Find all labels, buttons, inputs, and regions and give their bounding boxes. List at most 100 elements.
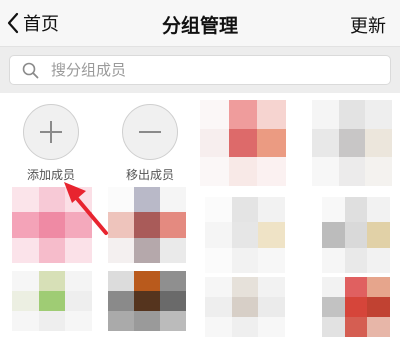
avatar-pixel: [367, 222, 390, 248]
back-label: 首页: [23, 14, 59, 35]
minus-icon: [139, 131, 161, 133]
avatar-pixel: [65, 212, 92, 238]
avatar-pixel: [38, 187, 66, 213]
member-avatar[interactable]: [200, 100, 286, 186]
add-member-button[interactable]: 添加成员: [11, 104, 91, 183]
member-avatar[interactable]: [205, 197, 285, 273]
remove-circle: [122, 104, 178, 160]
avatar-pixel: [322, 317, 345, 337]
back-button[interactable]: 首页: [6, 8, 59, 38]
avatar-pixel: [231, 222, 259, 248]
remove-member-button[interactable]: 移出成员: [110, 104, 190, 183]
avatar-pixel: [134, 271, 160, 291]
avatar-pixel: [200, 100, 229, 129]
avatar-pixel: [228, 157, 258, 186]
search-box[interactable]: [9, 55, 391, 85]
avatar-pixel: [12, 237, 39, 263]
avatar-pixel: [367, 247, 390, 273]
avatar-pixel: [338, 157, 366, 186]
avatar-pixel: [231, 277, 259, 297]
search-bar: [0, 47, 400, 93]
member-avatar[interactable]: [12, 271, 92, 331]
avatar-pixel: [160, 187, 186, 213]
avatar-pixel: [205, 222, 232, 248]
avatar-pixel: [12, 187, 39, 213]
avatar-pixel: [258, 222, 285, 248]
avatar-pixel: [322, 297, 345, 317]
avatar-pixel: [38, 212, 66, 238]
avatar-pixel: [134, 212, 160, 238]
avatar-pixel: [160, 212, 186, 238]
avatar-pixel: [231, 297, 259, 317]
update-button[interactable]: 更新: [350, 12, 386, 38]
avatar-pixel: [312, 128, 339, 158]
avatar-pixel: [258, 297, 285, 317]
avatar-pixel: [38, 291, 66, 311]
search-input[interactable]: [49, 60, 353, 80]
avatar-pixel: [228, 100, 258, 129]
avatar-pixel: [12, 271, 39, 291]
member-avatar[interactable]: [108, 187, 186, 263]
avatar-pixel: [312, 100, 339, 129]
member-avatar[interactable]: [108, 271, 186, 331]
avatar-pixel: [134, 237, 160, 263]
member-avatar[interactable]: [322, 277, 390, 337]
avatar-pixel: [344, 222, 368, 248]
avatar-pixel: [257, 100, 286, 129]
avatar-pixel: [258, 317, 285, 337]
avatar-pixel: [367, 317, 390, 337]
avatar-pixel: [258, 277, 285, 297]
chevron-left-icon: [7, 12, 19, 34]
avatar-pixel: [257, 157, 286, 186]
nav-bar: 首页 分组管理 更新: [0, 0, 400, 47]
avatar-pixel: [134, 311, 160, 331]
avatar-pixel: [367, 277, 390, 297]
avatar-pixel: [231, 247, 259, 273]
avatar-pixel: [12, 212, 39, 238]
avatar-pixel: [338, 128, 366, 158]
avatar-pixel: [38, 237, 66, 263]
avatar-pixel: [365, 128, 392, 158]
avatar-pixel: [38, 311, 66, 331]
add-circle: [23, 104, 79, 160]
avatar-pixel: [134, 291, 160, 311]
avatar-pixel: [12, 311, 39, 331]
page-title: 分组管理: [161, 15, 238, 37]
member-avatar[interactable]: [322, 197, 390, 273]
avatar-pixel: [367, 197, 390, 223]
avatar-pixel: [108, 212, 134, 238]
avatar-pixel: [257, 128, 286, 158]
member-avatar[interactable]: [312, 100, 392, 186]
avatar-pixel: [231, 197, 259, 223]
avatar-pixel: [108, 291, 134, 311]
avatar-pixel: [12, 291, 39, 311]
add-member-label: 添加成员: [26, 168, 75, 182]
avatar-pixel: [134, 187, 160, 213]
avatar-pixel: [344, 297, 368, 317]
avatar-pixel: [367, 297, 390, 317]
avatar-pixel: [205, 317, 232, 337]
avatar-pixel: [312, 157, 339, 186]
avatar-pixel: [338, 100, 366, 129]
avatar-pixel: [205, 247, 232, 273]
avatar-pixel: [200, 157, 229, 186]
member-grid: 添加成员 移出成员: [0, 93, 400, 337]
avatar-pixel: [365, 100, 392, 129]
avatar-pixel: [322, 277, 345, 297]
avatar-pixel: [258, 247, 285, 273]
avatar-pixel: [108, 187, 134, 213]
avatar-pixel: [322, 222, 345, 248]
avatar-pixel: [200, 128, 229, 158]
avatar-pixel: [344, 277, 368, 297]
avatar-pixel: [322, 197, 345, 223]
avatar-pixel: [258, 197, 285, 223]
avatar-pixel: [228, 128, 258, 158]
member-avatar[interactable]: [12, 187, 92, 263]
avatar-pixel: [365, 157, 392, 186]
search-icon: [22, 62, 39, 78]
member-avatar[interactable]: [205, 277, 285, 337]
avatar-pixel: [65, 311, 92, 331]
avatar-pixel: [205, 197, 232, 223]
avatar-pixel: [231, 317, 259, 337]
avatar-pixel: [38, 271, 66, 291]
